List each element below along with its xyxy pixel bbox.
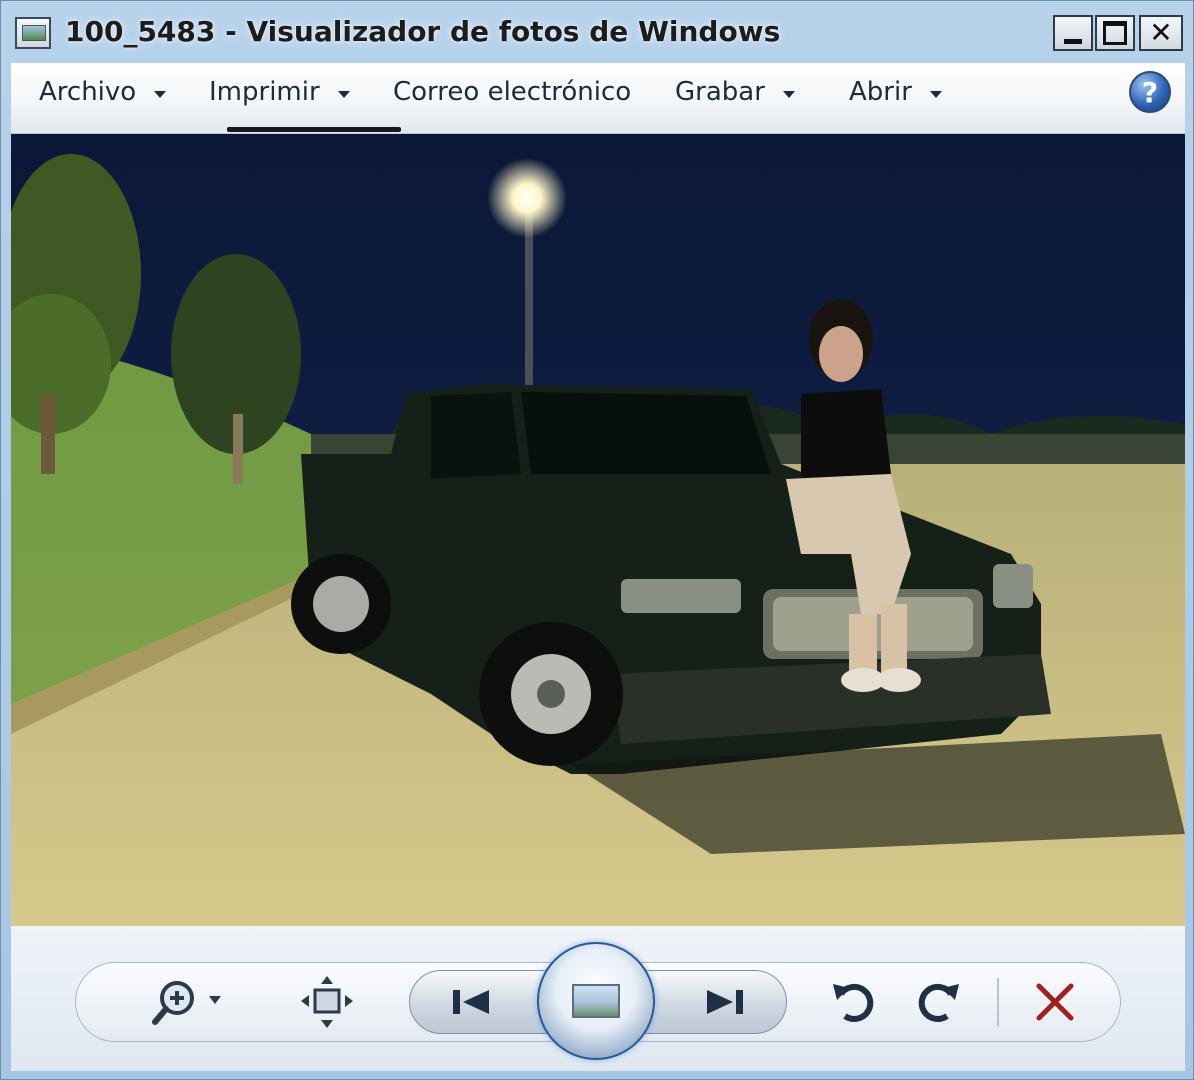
menu-grabar-label: Grabar: [675, 77, 765, 107]
menu-abrir-label: Abrir: [849, 77, 912, 107]
minimize-button[interactable]: [1053, 15, 1093, 51]
next-icon: [707, 990, 743, 1014]
menu-archivo-label: Archivo: [39, 77, 137, 107]
rotate-clockwise-icon: [918, 983, 959, 1022]
rotate-counterclockwise-button[interactable]: [825, 974, 881, 1030]
toolbar-separator: [997, 978, 999, 1026]
zoom-button[interactable]: [147, 974, 231, 1030]
rotate-clockwise-button[interactable]: [911, 974, 967, 1030]
previous-button[interactable]: [443, 978, 503, 1026]
photo-display: [11, 134, 1185, 926]
menu-correo[interactable]: Correo electrónico: [393, 77, 631, 107]
fit-to-window-icon: [301, 976, 353, 1028]
app-icon: [15, 17, 51, 49]
menu-grabar[interactable]: Grabar: [675, 77, 795, 107]
menu-imprimir[interactable]: Imprimir: [209, 77, 350, 107]
command-bar: Archivo Imprimir Correo electrónico Grab…: [11, 63, 1185, 134]
chevron-down-icon: [154, 90, 167, 98]
photo-image: [11, 134, 1185, 926]
slideshow-button[interactable]: [537, 942, 655, 1060]
window-title: 100_5483 - Visualizador de fotos de Wind…: [65, 15, 781, 48]
menu-correo-label: Correo electrónico: [393, 77, 632, 107]
maximize-icon: [1103, 21, 1127, 45]
next-button[interactable]: [693, 978, 753, 1026]
slideshow-icon: [572, 984, 620, 1018]
zoom-icon: [152, 981, 221, 1025]
chevron-down-icon: [929, 90, 942, 98]
maximize-button[interactable]: [1095, 15, 1135, 51]
help-icon[interactable]: ?: [1129, 71, 1171, 113]
delete-button[interactable]: [1027, 974, 1083, 1030]
menu-hover-indicator: [227, 127, 401, 132]
close-icon: ✕: [1149, 16, 1173, 49]
rotate-counterclockwise-icon: [833, 983, 874, 1022]
playback-controls-bar: [11, 926, 1185, 1071]
minimize-icon: [1064, 38, 1082, 44]
previous-icon: [453, 990, 489, 1014]
fit-to-window-button[interactable]: [297, 974, 357, 1030]
chevron-down-icon: [337, 90, 350, 98]
title-bar[interactable]: 100_5483 - Visualizador de fotos de Wind…: [1, 1, 1194, 63]
menu-imprimir-label: Imprimir: [209, 77, 320, 107]
delete-icon: [1036, 983, 1074, 1021]
close-button[interactable]: ✕: [1139, 15, 1183, 51]
photo-viewer-window: 100_5483 - Visualizador de fotos de Wind…: [0, 0, 1194, 1080]
menu-archivo[interactable]: Archivo: [39, 77, 167, 107]
chevron-down-icon: [782, 90, 795, 98]
menu-abrir[interactable]: Abrir: [849, 77, 942, 107]
